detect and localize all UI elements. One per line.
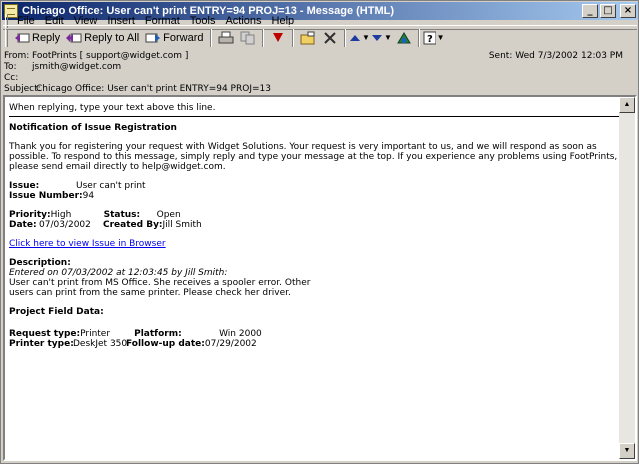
subject-label: Subject: xyxy=(4,84,41,94)
svg-text:?: ? xyxy=(427,34,433,45)
date-value: 07/03/2002 xyxy=(39,220,91,230)
reply-all-label: Reply to All xyxy=(84,31,140,44)
message-header: From: FootPrints [ support@widget.com ] … xyxy=(3,49,637,95)
help-dropdown-icon: ▼ xyxy=(436,33,445,42)
toolbar-grip[interactable] xyxy=(5,28,8,47)
created-by-value: Jill Smith xyxy=(162,220,202,230)
date-row: Date: 07/03/2002 Created By: Jill Smith xyxy=(9,220,621,230)
issue-value: User can't print xyxy=(76,181,146,191)
toolbar-separator xyxy=(343,28,346,47)
request-type-label: Request type: xyxy=(9,329,81,339)
previous-item-button[interactable]: ▼ xyxy=(349,28,371,48)
next-item-button[interactable]: ▼ xyxy=(371,28,393,48)
toolbar: Reply Reply to All Forward ▼ ▼ ? ▼ xyxy=(3,25,637,49)
issue-label: Issue: xyxy=(9,181,40,191)
message-body[interactable]: When replying, type your text above this… xyxy=(3,95,637,461)
flag-button[interactable] xyxy=(267,28,289,48)
printer-type-label: Printer type: xyxy=(9,339,74,349)
issue-number-label: Issue Number: xyxy=(9,191,83,201)
help-icon: ? xyxy=(423,31,436,45)
printer-icon xyxy=(218,31,233,43)
to-value[interactable]: jsmith@widget.com xyxy=(32,62,121,73)
toolbar-separator xyxy=(291,28,294,47)
message-content: When replying, type your text above this… xyxy=(9,103,623,349)
priority-row: Priority: High Status: Open xyxy=(9,210,621,220)
description-line-2: users can print from the same printer. P… xyxy=(9,288,291,298)
flag-icon xyxy=(272,32,283,42)
status-value: Open xyxy=(156,210,181,220)
message-window: Chicago Office: User can't print ENTRY=9… xyxy=(0,0,639,464)
view-issue-link[interactable]: Click here to view Issue in Browser xyxy=(9,239,166,249)
to-label: To: xyxy=(4,62,17,72)
from-row: From: FootPrints [ support@widget.com ] xyxy=(3,51,188,62)
from-value[interactable]: FootPrints [ support@widget.com ] xyxy=(32,51,188,62)
followup-label: Follow-up date: xyxy=(126,339,205,349)
request-type-value: Printer xyxy=(80,329,111,339)
forward-button[interactable]: Forward xyxy=(142,28,206,48)
reply-label: Reply xyxy=(32,31,61,44)
entered-on: Entered on 07/03/2002 at 12:03:45 by Jil… xyxy=(9,268,228,278)
toolbar-separator xyxy=(261,28,264,47)
platform-value: Win 2000 xyxy=(219,329,262,339)
to-row: To: jsmith@widget.com xyxy=(3,62,121,73)
intro-paragraph: Thank you for registering your request w… xyxy=(9,142,618,172)
delete-button[interactable] xyxy=(319,28,341,48)
up-arrow-icon xyxy=(350,34,361,41)
sent-label: Sent: xyxy=(488,51,513,61)
delete-icon xyxy=(323,31,336,44)
notification-heading: Notification of Issue Registration xyxy=(9,123,177,133)
move-to-folder-button[interactable] xyxy=(297,28,319,48)
subject-value: Chicago Office: User can't print ENTRY=9… xyxy=(36,84,271,94)
print-button[interactable] xyxy=(215,28,237,48)
cc-row: Cc: xyxy=(3,73,32,84)
divider xyxy=(9,116,623,117)
toolbar-separator xyxy=(209,28,212,47)
reply-all-button[interactable]: Reply to All xyxy=(63,28,142,48)
forward-label: Forward xyxy=(163,31,204,44)
description-label: Description: xyxy=(9,258,71,268)
printer-type-value: DeskJet 350 xyxy=(73,339,128,349)
down-arrow-icon xyxy=(372,34,383,41)
project-field-label: Project Field Data: xyxy=(9,307,104,317)
next-dropdown-icon: ▼ xyxy=(384,33,392,42)
address-book-icon xyxy=(396,31,411,43)
issue-row: Issue: User can't print xyxy=(9,181,621,191)
folder-icon xyxy=(300,31,314,44)
help-button[interactable]: ? ▼ xyxy=(423,28,445,48)
previous-dropdown-icon: ▼ xyxy=(362,33,370,42)
cc-label: Cc: xyxy=(4,73,19,83)
vertical-scrollbar[interactable]: ▲ ▼ xyxy=(619,97,635,459)
sent-row: Sent: Wed 7/3/2002 12:03 PM xyxy=(489,51,623,61)
reply-icon xyxy=(14,31,30,45)
forward-icon xyxy=(145,31,161,45)
reply-all-icon xyxy=(66,31,82,45)
request-type-row: Request type: Printer Platform: Win 2000 xyxy=(9,329,621,339)
copy-icon xyxy=(240,31,254,44)
platform-label: Platform: xyxy=(134,329,182,339)
subject-row: Subject: Chicago Office: User can't prin… xyxy=(3,84,271,95)
sent-value: Wed 7/3/2002 12:03 PM xyxy=(515,51,623,61)
date-label: Date: xyxy=(9,220,37,230)
printer-type-row: Printer type: DeskJet 350 Follow-up date… xyxy=(9,339,621,349)
created-by-label: Created By: xyxy=(103,220,163,230)
followup-value: 07/29/2002 xyxy=(204,339,257,349)
issue-number-row: Issue Number: 94 xyxy=(9,191,621,201)
status-label: Status: xyxy=(103,210,141,220)
scroll-down-button[interactable]: ▼ xyxy=(619,443,635,459)
scroll-up-button[interactable]: ▲ xyxy=(619,97,635,113)
priority-label: Priority: xyxy=(9,210,51,220)
priority-value: High xyxy=(50,210,72,220)
reply-button[interactable]: Reply xyxy=(11,28,63,48)
from-label: From: xyxy=(4,51,30,61)
reply-line: When replying, type your text above this… xyxy=(9,103,216,113)
copy-button[interactable] xyxy=(237,28,259,48)
address-book-button[interactable] xyxy=(393,28,415,48)
issue-number-value: 94 xyxy=(82,191,95,201)
toolbar-separator xyxy=(417,28,420,47)
description-line-1: User can't print from MS Office. She rec… xyxy=(9,278,311,288)
